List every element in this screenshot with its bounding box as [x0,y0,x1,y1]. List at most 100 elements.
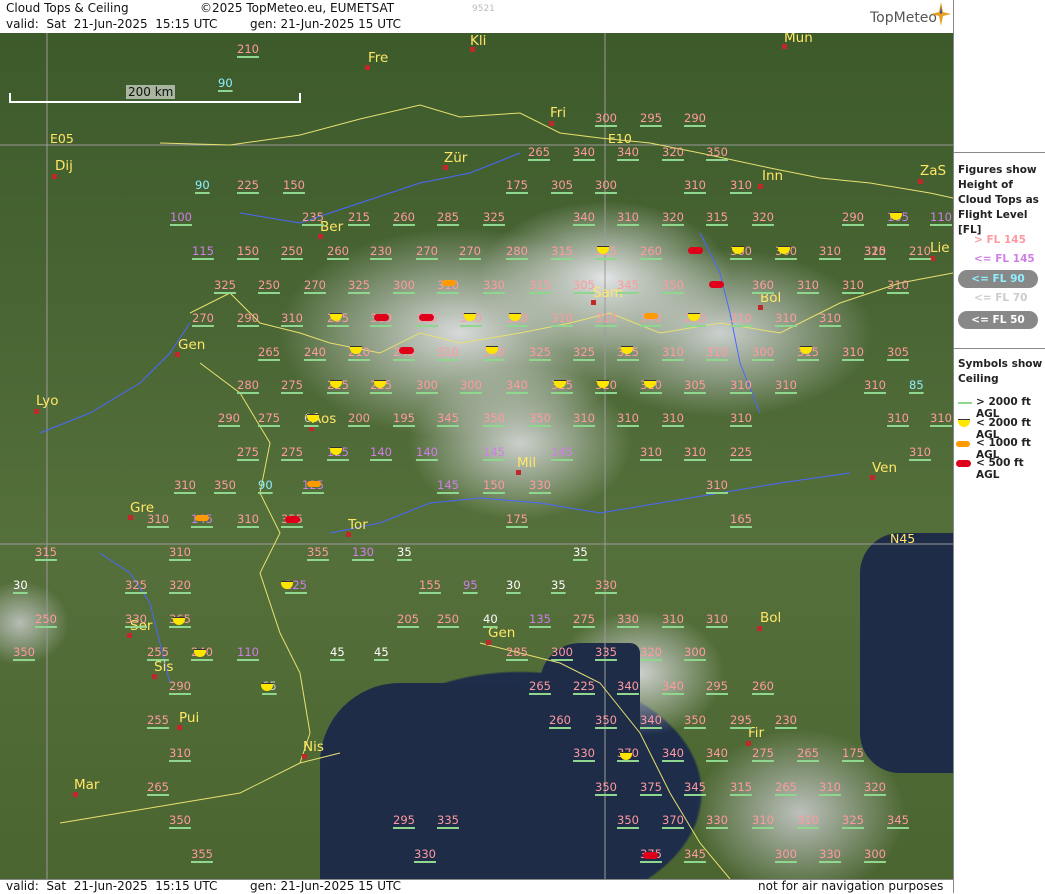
legend-ceil-lt500: < 500 ft AGL [976,457,1024,481]
flight-level-label: 140 [370,445,392,459]
city-label: Bol [760,610,782,626]
flight-level-label: 310 [684,445,706,459]
flight-level-label: 320 [662,145,684,159]
flight-level-label: 345 [684,847,706,861]
flight-level-label: 320 [752,210,774,224]
flight-level-label: 320 [864,780,886,794]
flight-level-label: 330 [573,746,595,760]
city-label: Kli [470,33,487,49]
flight-level-label: 345 [887,813,909,827]
flight-level-label: 345 [684,780,706,794]
flight-level-label: 90 [195,178,210,192]
flight-level-label: 350 [706,145,728,159]
flight-level-label: 325 [125,578,147,592]
flight-level-label: 275 [281,445,303,459]
flight-level-label: 330 [414,847,436,861]
flight-level-label: 255 [147,713,169,727]
city-marker [34,409,39,414]
flight-level-label: 335 [437,813,459,827]
flight-level-label: 290 [842,210,864,224]
flight-level-label: 240 [304,345,326,359]
flight-level-label: 260 [752,679,774,693]
ceiling-symbol-red [374,314,389,321]
city-label: Inn [762,168,784,184]
flight-level-label: 310 [819,244,841,258]
flight-level-label: 340 [662,679,684,693]
flight-level-label: 165 [730,512,752,526]
footer-bar: valid: Sat 21-Jun-2025 15:15 UTC gen: 21… [0,879,953,894]
valid-time: valid: Sat 21-Jun-2025 15:15 UTC [6,17,218,31]
flight-level-label: 305 [573,278,595,292]
flight-level-label: 310 [573,411,595,425]
flight-level-label: 310 [842,278,864,292]
flight-level-label: 350 [684,713,706,727]
flight-level-label: 310 [551,311,573,325]
flight-level-label: 350 [662,278,684,292]
flight-level-label: 350 [595,780,617,794]
city-label: Nis [303,739,324,755]
ceiling-symbol-red [643,852,658,859]
flight-level-label: 150 [483,478,505,492]
flight-level-label: 225 [237,178,259,192]
grid-label: E10 [608,131,632,146]
flight-level-label: 35 [397,545,412,559]
flight-level-label: 310 [174,478,196,492]
flight-level-label: 225 [573,679,595,693]
flight-level-label: 35 [573,545,588,559]
flight-level-label: 45 [374,645,389,659]
flight-level-label: 310 [147,512,169,526]
flight-level-label: 290 [218,411,240,425]
city-marker [52,174,57,179]
flight-level-label: 310 [617,411,639,425]
border-fr-it [199,362,311,764]
flight-level-label: 140 [416,445,438,459]
disclaimer: not for air navigation purposes [758,879,944,893]
flight-level-label: 265 [258,345,280,359]
flight-level-label: 340 [506,378,528,392]
flight-level-label: 310 [169,545,191,559]
flight-level-label: 325 [348,278,370,292]
ceiling-symbol-red [399,347,414,354]
flight-level-label: 225 [730,445,752,459]
flight-level-label: 30 [506,578,521,592]
flight-level-label: 310 [797,278,819,292]
flight-level-label: 115 [192,244,214,258]
satellite-map[interactable]: 200 km E05 E10 N45 Fre Kli Mun Dij Zür Fri Inn Za… [0,33,953,879]
ceiling-symbol-orange [195,515,209,521]
flight-level-label: 150 [237,244,259,258]
flight-level-label: 260 [327,244,349,258]
flight-level-label: 95 [463,578,478,592]
flight-level-label: 355 [191,847,213,861]
flight-level-label: 345 [617,278,639,292]
flight-level-label: 335 [595,645,617,659]
legend-symbol-line [958,402,972,404]
flight-level-label: 265 [529,679,551,693]
flight-level-label: 295 [706,679,728,693]
flight-level-label: 350 [483,411,505,425]
flight-level-label: 210 [909,244,931,258]
flight-level-label: 330 [483,278,505,292]
flight-level-label: 340 [573,145,595,159]
flight-level-label: 260 [640,244,662,258]
flight-level-label: 310 [887,411,909,425]
symbols-legend: Symbols show Ceiling > 2000 ft AGL < 200… [954,348,1045,491]
flight-level-label: 175 [506,512,528,526]
figures-legend-title: Figures show Height of Cloud Tops as Fli… [958,164,1039,236]
flight-level-label: 310 [730,411,752,425]
flight-level-label: 300 [460,378,482,392]
flight-level-label: 310 [930,411,952,425]
flight-level-label: 100 [170,210,192,224]
river-po [329,472,851,534]
flight-level-label: 340 [617,679,639,693]
coast-france [59,752,341,824]
flight-level-label: 135 [529,612,551,626]
flight-level-label: 310 [819,780,841,794]
city-label: Lie [930,240,950,256]
flight-level-label: 175 [506,178,528,192]
ceiling-symbol-red [709,281,724,288]
flight-level-label: 265 [775,780,797,794]
flight-level-label: 205 [397,612,419,626]
flight-level-label: 275 [237,445,259,459]
flight-level-label: 275 [258,411,280,425]
scale-label: 200 km [126,85,176,99]
